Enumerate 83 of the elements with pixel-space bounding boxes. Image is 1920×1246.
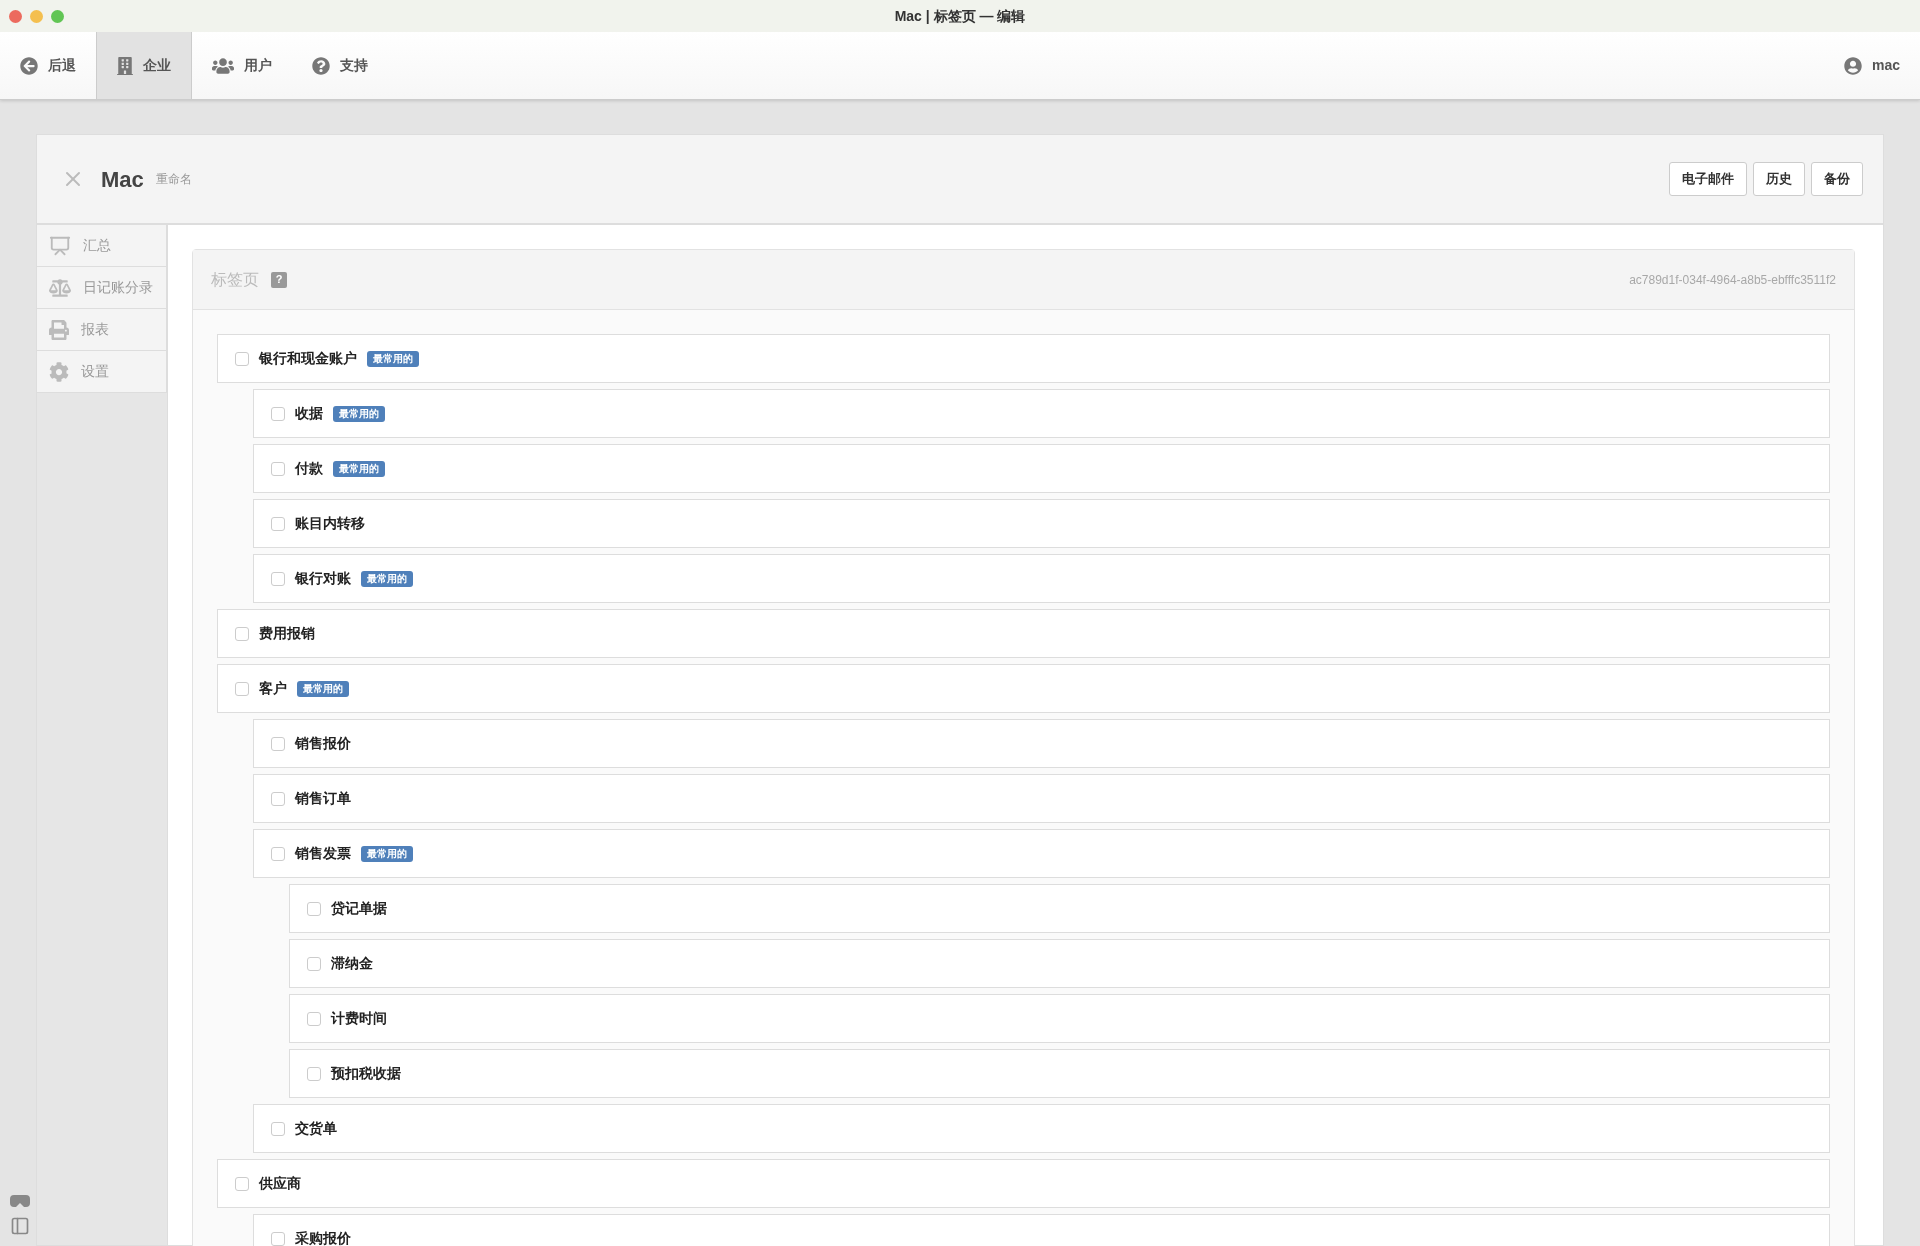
toolbar-tab[interactable]: 支持 xyxy=(292,32,388,99)
card-title: 标签页 xyxy=(211,269,259,290)
row-label: 费用报销 xyxy=(259,624,315,643)
checkbox[interactable] xyxy=(307,956,321,971)
row-label: 采购报价 xyxy=(295,1229,351,1246)
settings-icon xyxy=(49,361,69,382)
row-label: 销售订单 xyxy=(295,789,351,808)
checkbox[interactable] xyxy=(307,901,321,916)
tree-row[interactable]: 费用报销 xyxy=(217,609,1830,658)
scale-icon xyxy=(49,277,71,298)
checkbox[interactable] xyxy=(235,1176,249,1191)
checkbox[interactable] xyxy=(235,351,249,366)
tree-row[interactable]: 付款 最常用的 xyxy=(253,444,1830,493)
tree-row[interactable]: 银行和现金账户 最常用的 xyxy=(217,334,1830,383)
tree-row[interactable]: 贷记单据 xyxy=(289,884,1830,933)
badge: 最常用的 xyxy=(333,460,385,477)
user-menu[interactable]: mac xyxy=(1843,32,1920,99)
minimize-window-button[interactable] xyxy=(30,9,43,23)
checkbox[interactable] xyxy=(271,1121,285,1136)
help-icon xyxy=(312,56,330,75)
building-icon xyxy=(117,56,133,75)
row-label: 销售报价 xyxy=(295,734,351,753)
badge: 最常用的 xyxy=(367,350,419,367)
row-label: 销售发票 xyxy=(295,844,351,863)
tree-row[interactable]: 销售发票 最常用的 xyxy=(253,829,1830,878)
tree-row[interactable]: 滞纳金 xyxy=(289,939,1830,988)
checkbox[interactable] xyxy=(271,736,285,751)
user-icon xyxy=(1843,56,1862,75)
checkbox[interactable] xyxy=(271,1231,285,1246)
tree-row[interactable]: 交货单 xyxy=(253,1104,1830,1153)
tree-row[interactable]: 计费时间 xyxy=(289,994,1830,1043)
checkbox[interactable] xyxy=(271,461,285,476)
badge: 最常用的 xyxy=(361,845,413,862)
record-id: ac789d1f-034f-4964-a8b5-ebfffc3511f2 xyxy=(1629,271,1836,289)
checkbox[interactable] xyxy=(271,571,285,586)
row-label: 交货单 xyxy=(295,1119,337,1138)
row-label: 客户 xyxy=(259,679,287,698)
checkbox[interactable] xyxy=(307,1066,321,1081)
checkbox[interactable] xyxy=(307,1011,321,1026)
zoom-window-button[interactable] xyxy=(51,9,64,23)
checkbox[interactable] xyxy=(271,846,285,861)
row-label: 银行和现金账户 xyxy=(259,349,357,368)
row-label: 预扣税收据 xyxy=(331,1064,401,1083)
tree-row[interactable]: 账目内转移 xyxy=(253,499,1830,548)
checkbox[interactable] xyxy=(271,791,285,806)
window-title: Mac | 标签页 — 编辑 xyxy=(894,6,1026,26)
toolbar-tab[interactable]: 企业 xyxy=(96,32,192,99)
glasses-icon xyxy=(10,1194,30,1208)
toolbar-tab[interactable]: 后退 xyxy=(0,32,96,99)
back-arrow-icon xyxy=(20,56,38,75)
row-label: 账目内转移 xyxy=(295,514,365,533)
tree-row[interactable]: 预扣税收据 xyxy=(289,1049,1830,1098)
company-name: Mac xyxy=(101,165,144,194)
tree-row[interactable]: 银行对账 最常用的 xyxy=(253,554,1830,603)
checkbox[interactable] xyxy=(235,681,249,696)
header-button[interactable]: 备份 xyxy=(1811,162,1863,196)
row-label: 收据 xyxy=(295,404,323,423)
badge: 最常用的 xyxy=(297,680,349,697)
checkbox[interactable] xyxy=(235,626,249,641)
checkbox[interactable] xyxy=(271,516,285,531)
tree-row[interactable]: 供应商 xyxy=(217,1159,1830,1208)
tree-row[interactable]: 销售报价 xyxy=(253,719,1830,768)
checkbox[interactable] xyxy=(271,406,285,421)
printer-icon xyxy=(49,319,69,340)
row-label: 付款 xyxy=(295,459,323,478)
row-label: 滞纳金 xyxy=(331,954,373,973)
users-icon xyxy=(212,56,234,75)
sidebar-toggle-icon[interactable] xyxy=(10,1216,30,1236)
header-button[interactable]: 电子邮件 xyxy=(1669,162,1747,196)
tree-row[interactable]: 采购报价 xyxy=(253,1214,1830,1246)
row-label: 计费时间 xyxy=(331,1009,387,1028)
row-label: 银行对账 xyxy=(295,569,351,588)
toolbar-tab[interactable]: 用户 xyxy=(192,32,292,99)
tree-row[interactable]: 客户 最常用的 xyxy=(217,664,1830,713)
tree-row[interactable]: 收据 最常用的 xyxy=(253,389,1830,438)
badge: 最常用的 xyxy=(361,570,413,587)
badge: 最常用的 xyxy=(333,405,385,422)
row-label: 供应商 xyxy=(259,1174,301,1193)
tree-row[interactable]: 销售订单 xyxy=(253,774,1830,823)
close-window-button[interactable] xyxy=(9,9,22,23)
presentation-icon xyxy=(49,234,71,257)
header-button[interactable]: 历史 xyxy=(1753,162,1805,196)
row-label: 贷记单据 xyxy=(331,899,387,918)
